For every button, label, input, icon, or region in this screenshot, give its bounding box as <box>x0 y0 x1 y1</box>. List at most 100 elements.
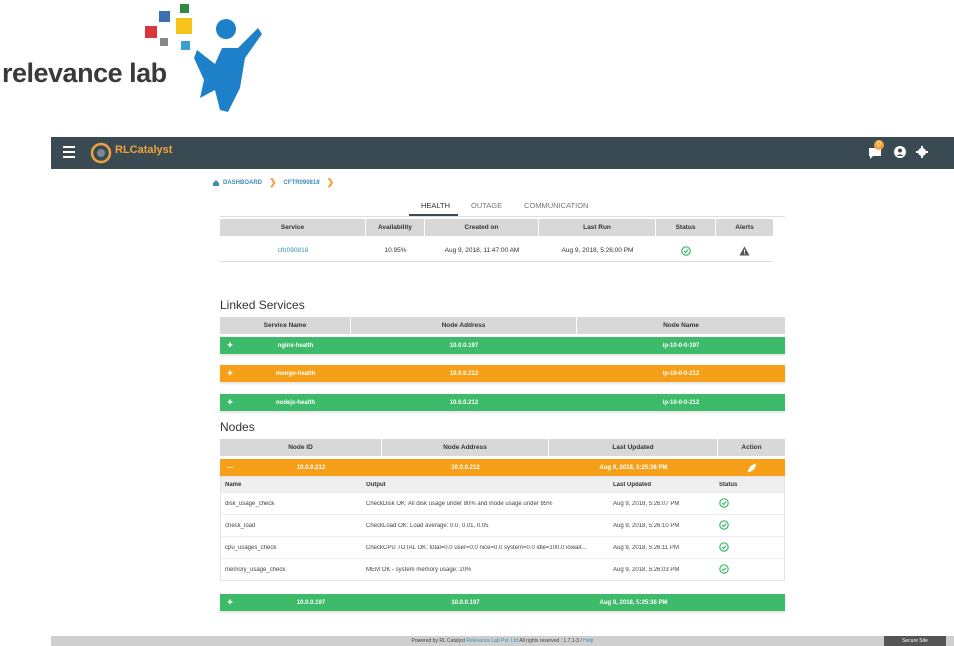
top-navigation-bar: RLCatalyst 0 <box>51 137 954 169</box>
column-header-last-run: Last Run <box>539 219 656 236</box>
checks-header: Name Output Last Updated Status <box>221 477 784 492</box>
node-row-collapsed[interactable]: ✚ 10.0.0.197 10.0.0.197 Aug 9, 2018, 5:2… <box>220 594 785 611</box>
last-run-value: Aug 9, 2018, 5:26:00 PM <box>561 247 634 254</box>
footer: Powered by RL Catalyst Relevance Lab Pvt… <box>51 636 954 646</box>
active-tab-indicator <box>409 214 458 216</box>
check-name: cpu_usages_check <box>225 544 277 551</box>
tab-bar: HEALTH OUTAGE COMMUNICATION <box>220 197 785 217</box>
expand-plus-icon[interactable]: ✚ <box>220 399 240 406</box>
expand-plus-icon[interactable]: ✚ <box>220 370 240 377</box>
breadcrumb-service-link[interactable]: CFTR090818 <box>284 180 320 186</box>
breadcrumb-dashboard-link[interactable]: DASHBOARD <box>223 180 262 186</box>
chevron-right-icon: ❯ <box>269 177 277 187</box>
check-status <box>715 541 784 554</box>
tab-health[interactable]: HEALTH <box>421 201 450 210</box>
logo-wordmark: relevance lab <box>2 58 167 88</box>
linked-service-address: 10.0.0.212 <box>449 399 479 406</box>
linked-service-row[interactable]: ✚ mongo-health 10.0.0.212 ip-10-0-0-212 <box>220 365 785 382</box>
column-header-node-id: Node ID <box>220 439 382 456</box>
check-row: check_load CheckLoad OK: Load average: 0… <box>221 514 784 536</box>
rocket-icon[interactable] <box>747 463 757 473</box>
column-header-node-address: Node Address <box>382 439 549 456</box>
node-id: 10.0.0.197 <box>296 599 326 606</box>
linked-service-address: 10.0.0.212 <box>449 370 479 377</box>
check-circle-icon <box>719 541 729 552</box>
check-updated: Aug 9, 2018, 5:26:10 PM <box>613 522 680 529</box>
expand-plus-icon[interactable]: ✚ <box>220 342 240 349</box>
service-link[interactable]: cftr090818 <box>220 247 366 254</box>
check-circle-icon <box>719 497 729 508</box>
column-header-alerts: Alerts <box>735 224 754 231</box>
linked-service-node: ip-10-0-0-212 <box>662 399 700 406</box>
column-header-service-name: Service Name <box>220 317 351 334</box>
service-table-row: cftr090818 10.95% Aug 9, 2018, 11:47:00 … <box>220 240 773 262</box>
check-updated: Aug 9, 2018, 5:26:11 PM <box>613 544 679 551</box>
status-cell <box>656 245 716 256</box>
column-header-node-address: Node Address <box>351 317 577 334</box>
check-name: disk_usage_check <box>225 500 275 507</box>
linked-service-address: 10.0.0.197 <box>449 342 479 349</box>
linked-service-name: nginx-health <box>277 342 314 349</box>
check-header-last-updated: Last Updated <box>613 481 652 488</box>
column-header-status: Status <box>656 219 716 236</box>
expand-plus-icon[interactable]: ✚ <box>220 599 240 606</box>
check-circle-icon <box>719 519 729 530</box>
check-name: check_load <box>225 522 256 529</box>
check-header-output: Output <box>366 481 386 488</box>
dashboard-home-icon <box>213 179 219 186</box>
linked-service-row[interactable]: ✚ nodejs-health 10.0.0.212 ip-10-0-0-212 <box>220 394 785 411</box>
availability-value: 10.95% <box>384 247 407 254</box>
check-row: memory_usage_check MEM OK - system memor… <box>221 558 784 580</box>
user-account-icon[interactable] <box>894 146 906 158</box>
linked-service-node: ip-10-0-0-197 <box>662 342 700 349</box>
column-header-service: Service <box>220 219 366 236</box>
check-header-name: Name <box>225 481 242 488</box>
node-address: 10.0.0.212 <box>451 464 480 471</box>
alerts-cell[interactable] <box>716 246 773 256</box>
footer-rights: All rights reserved : 1.7.1-3 / <box>519 638 582 644</box>
secure-site-badge: Secure Site <box>884 636 946 646</box>
notifications-button[interactable]: 0 <box>868 140 884 160</box>
node-last-updated: Aug 9, 2018, 5:25:36 PM <box>599 464 668 471</box>
menu-icon[interactable] <box>63 146 75 158</box>
node-checks-table: Name Output Last Updated Status disk_usa… <box>220 476 785 581</box>
breadcrumb: DASHBOARD ❯ CFTR090818 ❯ <box>213 177 337 188</box>
app-logo[interactable]: RLCatalyst <box>89 140 199 166</box>
column-header-created-on: Created on <box>425 219 539 236</box>
action-cell[interactable] <box>718 463 785 473</box>
app-name: RLCatalyst <box>115 144 173 156</box>
check-output: CheckCPU TOTAL OK: total=0.0 user=0.0 ni… <box>366 544 587 551</box>
node-id: 10.0.0.212 <box>296 464 326 471</box>
nodes-header: Node ID Node Address Last Updated Action <box>220 439 785 456</box>
warning-triangle-icon <box>739 246 750 255</box>
column-header-last-updated: Last Updated <box>549 439 718 456</box>
check-circle-icon <box>681 245 691 256</box>
service-table-header: Service Availability Created on Last Run… <box>220 219 773 236</box>
check-output: CheckDisk OK: All disk usage under 80% a… <box>366 500 553 507</box>
linked-service-name: mongo-health <box>275 370 316 377</box>
tab-communication[interactable]: COMMUNICATION <box>524 201 588 210</box>
collapse-minus-icon[interactable]: — <box>220 465 240 471</box>
gear-icon[interactable] <box>916 146 928 158</box>
check-updated: Aug 9, 2018, 5:26:07 PM <box>613 500 680 507</box>
linked-service-node: ip-10-0-0-212 <box>662 370 700 377</box>
check-status <box>715 519 784 532</box>
check-name: memory_usage_check <box>225 566 286 573</box>
footer-company-link[interactable]: Relevance Lab Pvt. Ltd <box>466 638 518 644</box>
chevron-right-icon: ❯ <box>326 177 335 187</box>
check-row: disk_usage_check CheckDisk OK: All disk … <box>221 492 784 514</box>
column-header-action: Action <box>741 444 762 451</box>
node-row-expanded[interactable]: — 10.0.0.212 10.0.0.212 Aug 9, 2018, 5:2… <box>220 459 785 476</box>
footer-help-link[interactable]: Help <box>583 638 593 644</box>
tab-outage[interactable]: OUTAGE <box>471 201 502 210</box>
check-status <box>715 563 784 576</box>
linked-service-row[interactable]: ✚ nginx-health 10.0.0.197 ip-10-0-0-197 <box>220 337 785 354</box>
check-status <box>715 497 784 510</box>
node-last-updated: Aug 9, 2018, 5:25:36 PM <box>599 599 668 606</box>
check-output: MEM OK - system memory usage: 20% <box>366 566 472 573</box>
relevance-lab-logo: relevance lab <box>0 0 270 118</box>
linked-service-name: nodejs-health <box>275 399 315 406</box>
check-output: CheckLoad OK: Load average: 0.0, 0.01, 0… <box>366 522 489 529</box>
check-circle-icon <box>719 563 729 574</box>
linked-services-title: Linked Services <box>220 298 305 312</box>
